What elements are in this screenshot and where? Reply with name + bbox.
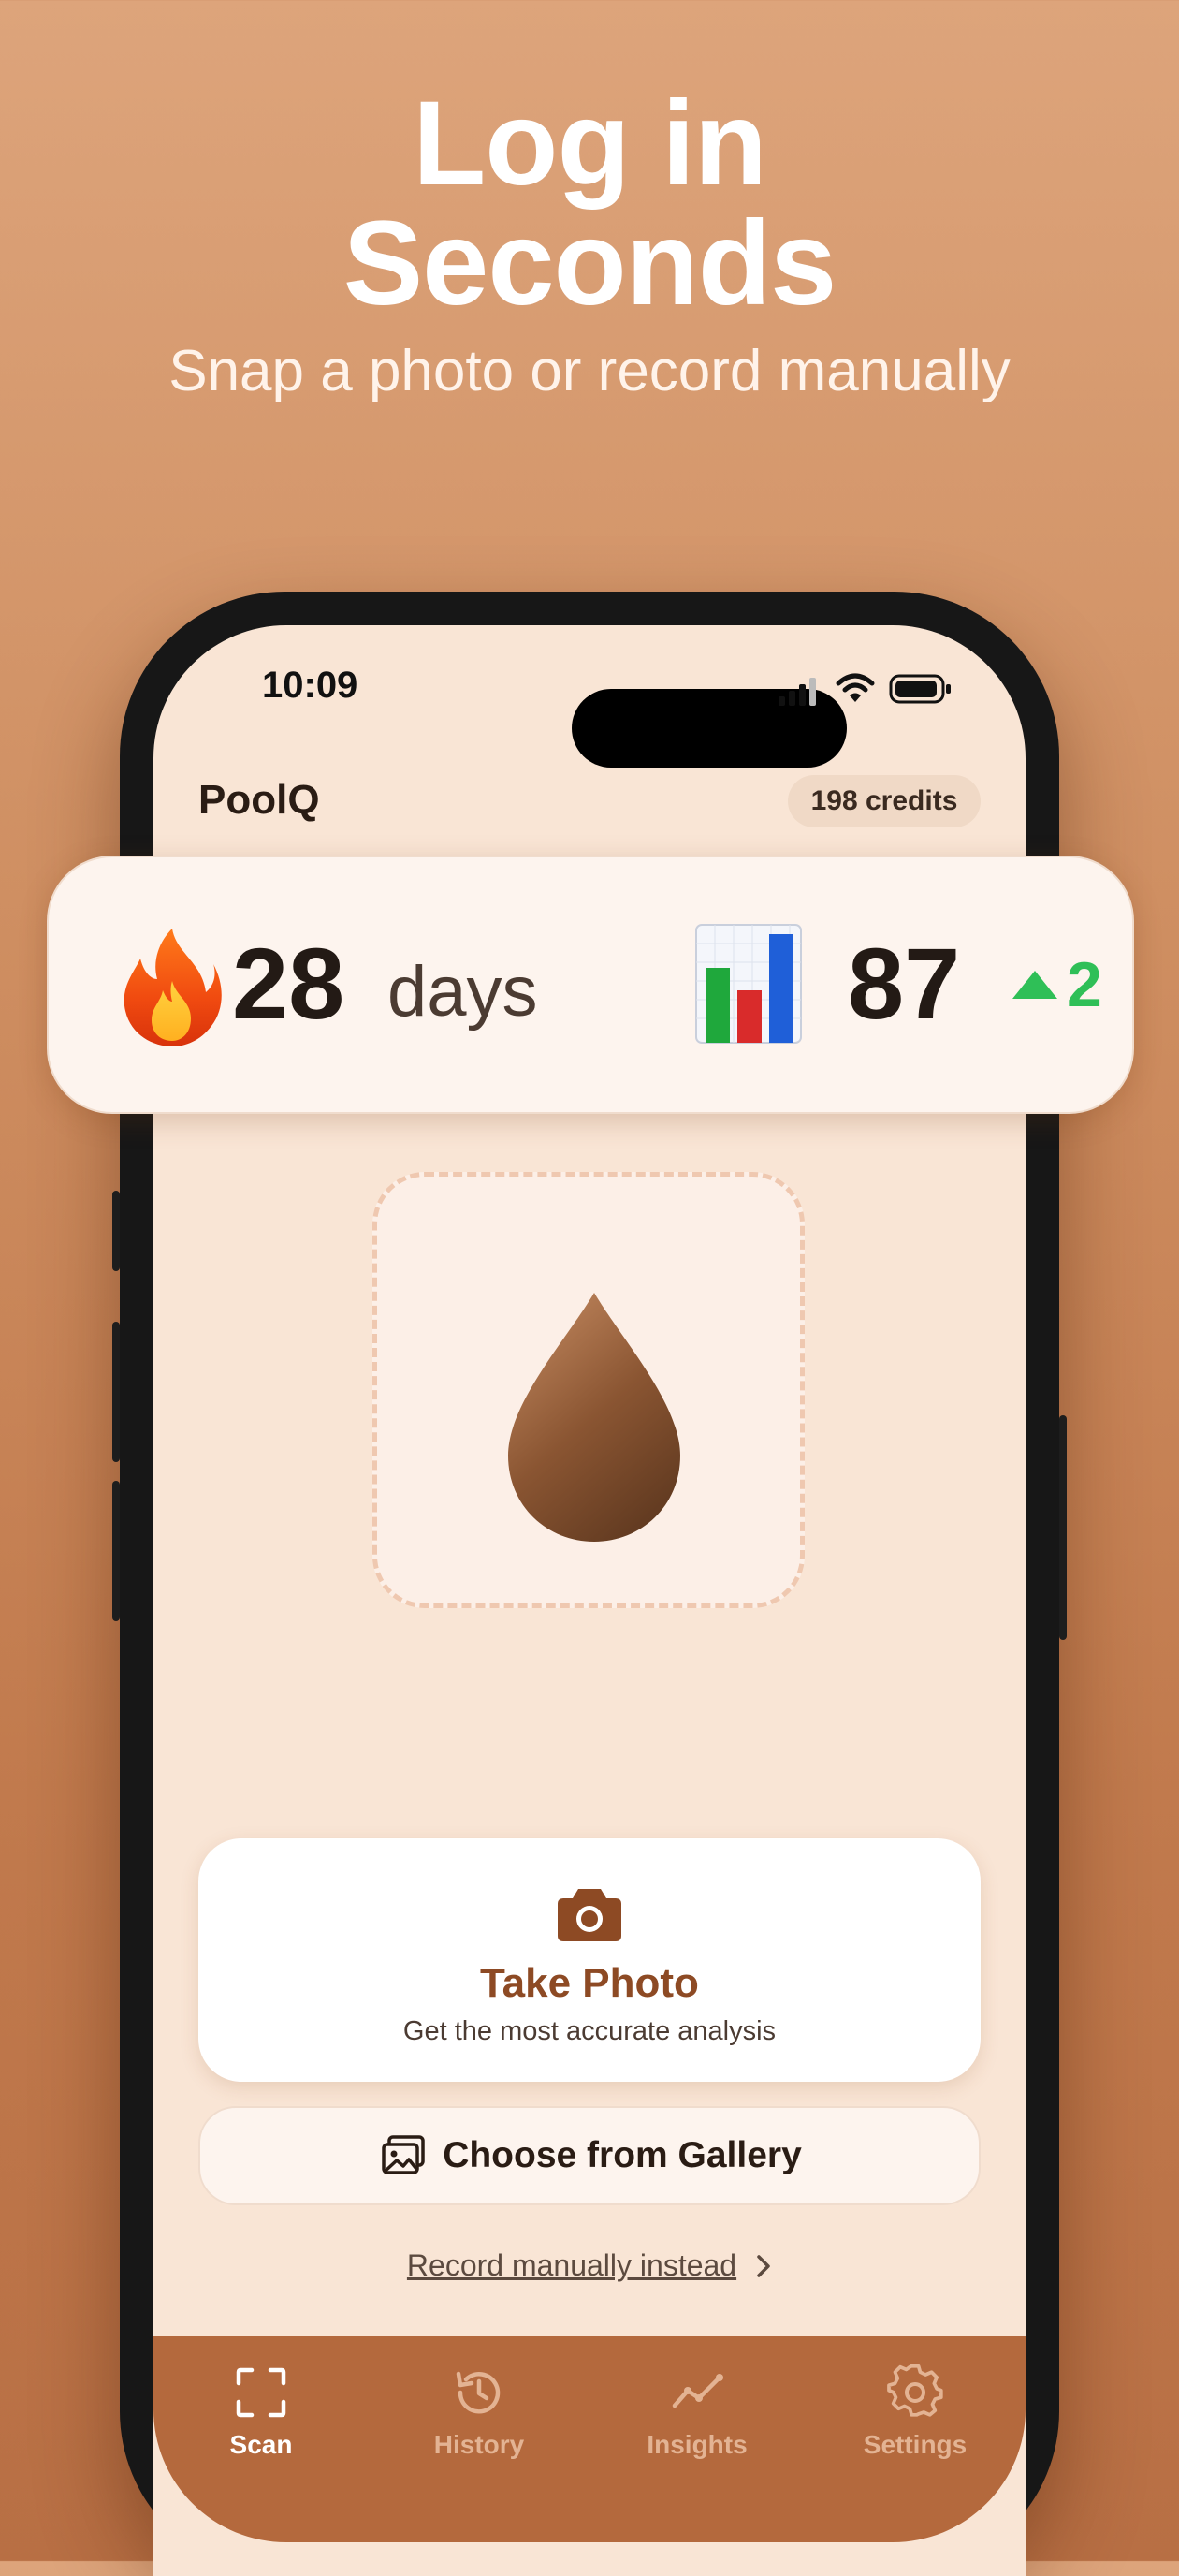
settings-icon — [887, 2364, 943, 2417]
take-photo-button[interactable]: Take Photo Get the most accurate analysi… — [198, 1838, 981, 2082]
take-photo-subtitle: Get the most accurate analysis — [402, 2016, 777, 2046]
tab-label: Insights — [647, 2430, 748, 2459]
score-delta: 2 — [1012, 947, 1102, 1022]
credits-badge[interactable]: 198 credits — [788, 775, 981, 827]
battery-icon — [889, 674, 951, 704]
score-value: 87 — [848, 927, 961, 1040]
streak-unit: days — [387, 952, 538, 1032]
insights-icon — [672, 2374, 723, 2408]
status-time: 10:09 — [262, 665, 358, 706]
tab-insights[interactable]: Insights — [604, 2364, 791, 2460]
streak-value: 28 — [232, 927, 345, 1040]
choose-gallery-button[interactable]: Choose from Gallery — [198, 2106, 981, 2205]
record-manually-label: Record manually instead — [406, 2248, 737, 2282]
gallery-icon — [382, 2135, 425, 2174]
tab-label: History — [433, 2430, 525, 2459]
hero-title-line2: Seconds — [342, 197, 837, 330]
record-manually-link[interactable]: Record manually instead — [0, 2248, 1179, 2283]
hero-title-line1: Log in — [413, 77, 767, 211]
tab-label: Scan — [229, 2430, 293, 2459]
water-drop-icon — [508, 1293, 680, 1542]
wifi-icon — [836, 673, 875, 702]
tab-settings[interactable]: Settings — [822, 2364, 1009, 2460]
phone-side-button — [112, 1481, 120, 1621]
bar-chart-icon — [695, 924, 802, 1044]
history-icon — [456, 2371, 501, 2414]
chevron-right-icon — [757, 2254, 770, 2277]
take-photo-label: Take Photo — [480, 1960, 699, 2006]
flame-icon — [124, 929, 222, 1046]
hero-subtitle: Snap a photo or record manually — [168, 339, 1011, 403]
tab-label: Settings — [863, 2430, 968, 2459]
camera-icon — [558, 1889, 621, 1941]
gallery-label: Choose from Gallery — [443, 2135, 802, 2175]
phone-side-button — [112, 1322, 120, 1462]
tab-scan[interactable]: Scan — [167, 2364, 355, 2460]
tab-bar: Scan History Insights Settings — [153, 2336, 1026, 2542]
sample-placeholder[interactable] — [372, 1172, 805, 1608]
phone-side-button — [112, 1191, 120, 1271]
scan-icon — [236, 2367, 286, 2418]
tab-history[interactable]: History — [386, 2364, 573, 2460]
signal-icon — [779, 678, 816, 706]
app-title: PoolQ — [198, 777, 320, 823]
phone-side-button — [1059, 1415, 1067, 1640]
score-delta-value: 2 — [1067, 949, 1102, 1020]
stats-card: 28 days 87 2 — [47, 856, 1134, 1114]
arrow-up-icon — [1012, 971, 1057, 999]
hero-title: Log in Seconds — [0, 84, 1179, 324]
